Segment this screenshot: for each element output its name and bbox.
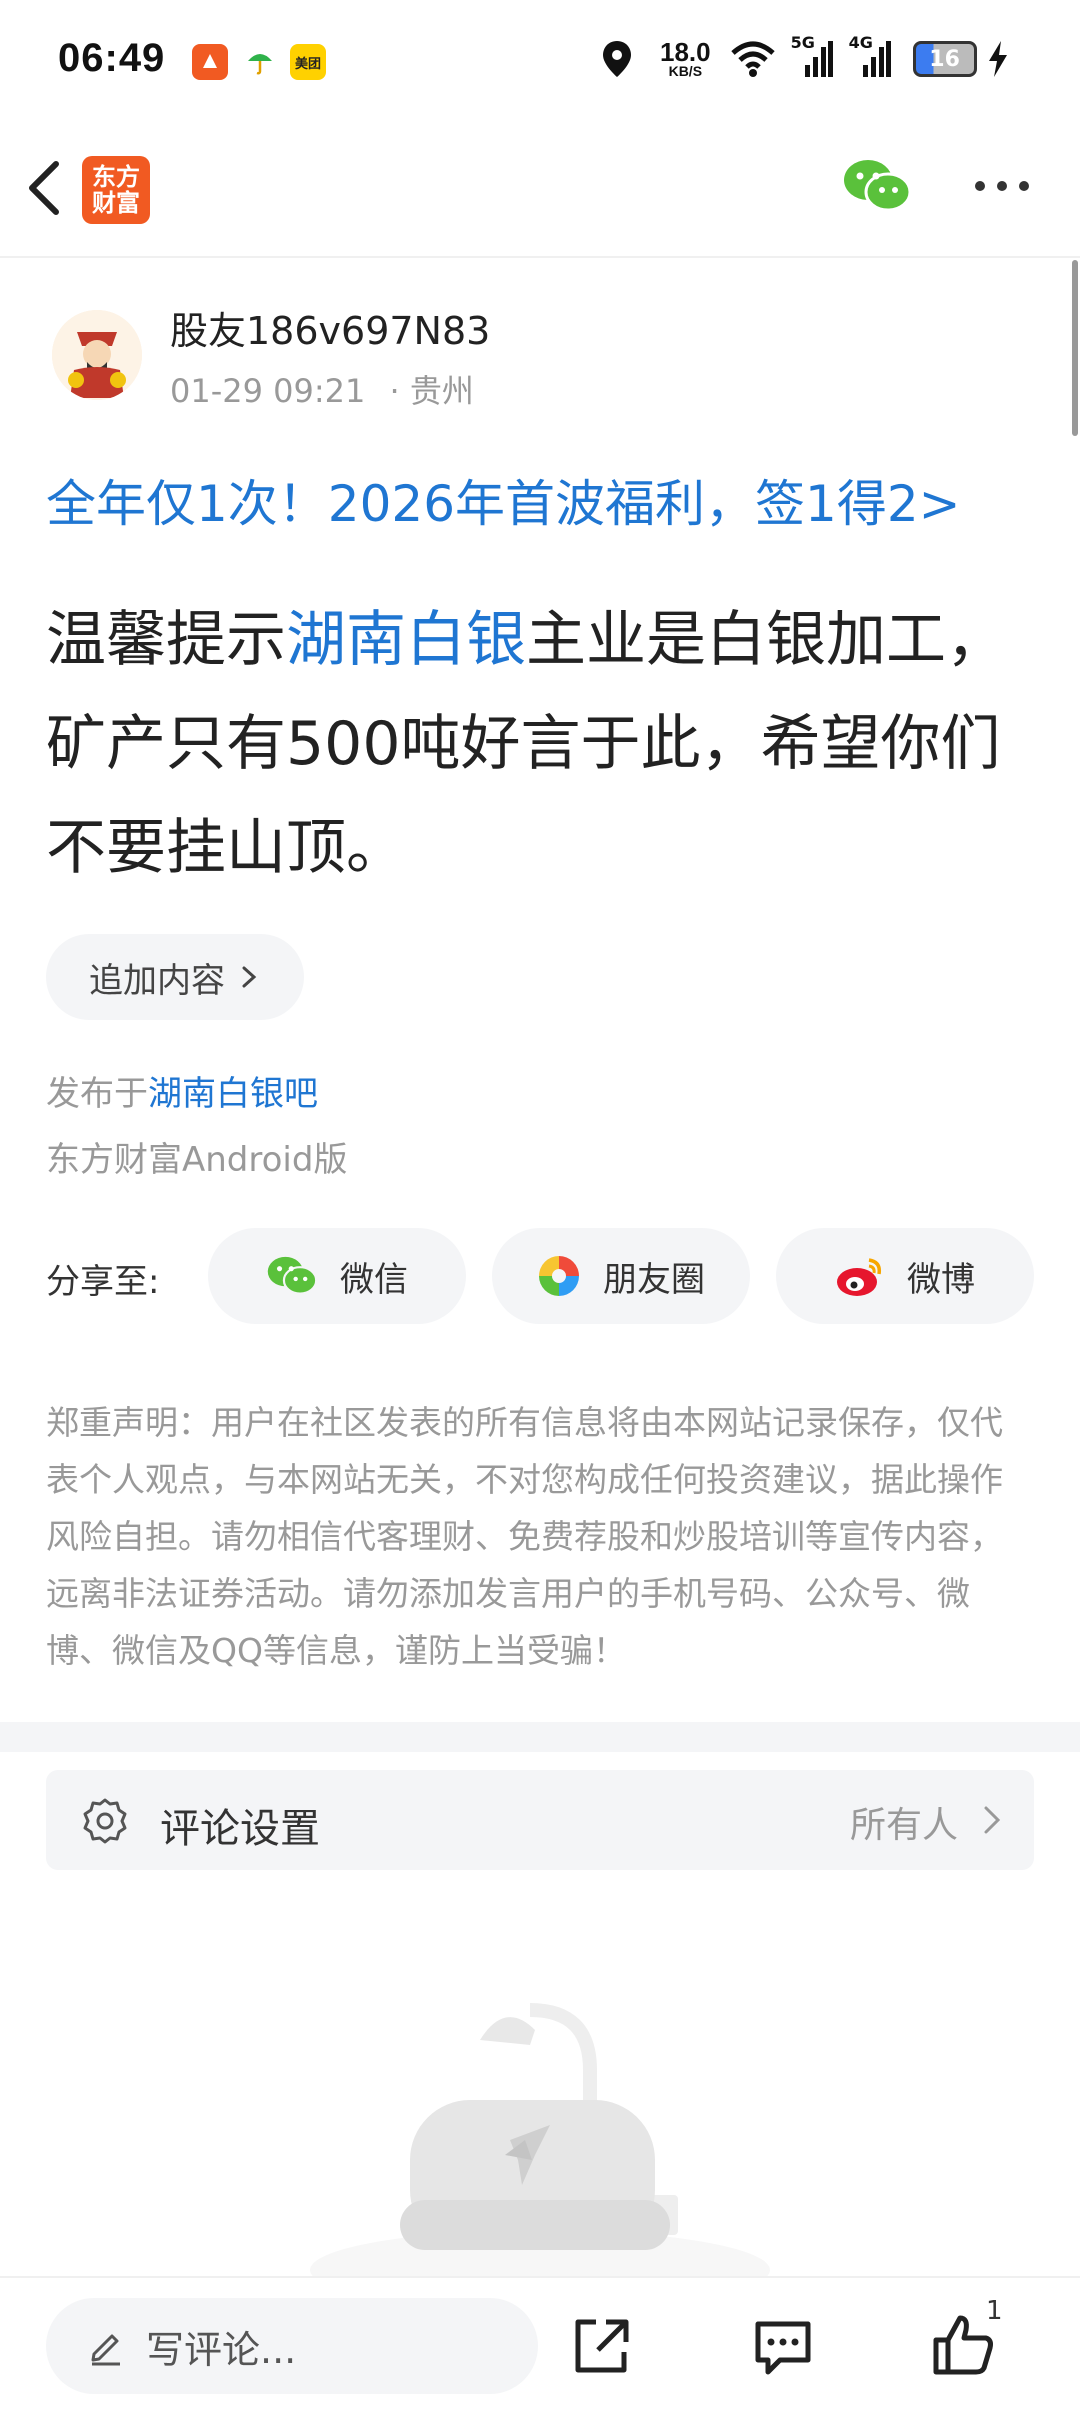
more-options-icon[interactable] — [970, 174, 1034, 198]
post-location: · 贵州 — [389, 372, 474, 410]
chevron-right-icon — [242, 966, 257, 988]
published-line: 发布于湖南白银吧 — [46, 1066, 318, 1115]
post-date: 01-29 09:21 — [170, 372, 366, 410]
comment-placeholder: 写评论... — [146, 2327, 297, 2372]
disclaimer-text: 郑重声明：用户在社区发表的所有信息将由本网站记录保存，仅代表个人观点，与本网站无… — [46, 1403, 1003, 1670]
share-out-icon[interactable] — [570, 2316, 632, 2378]
share-label: 分享至: — [46, 1262, 160, 1302]
add-content-label: 追加内容 — [89, 960, 225, 1001]
app-badge-orange — [192, 44, 228, 80]
back-arrow-icon[interactable] — [20, 156, 68, 220]
section-divider — [0, 1722, 1080, 1752]
signal-5g-icon: 5G — [791, 33, 833, 79]
share-moments-button[interactable]: 朋友圈 — [492, 1228, 750, 1324]
post-meta: 01-29 09:21 · 贵州 — [170, 366, 474, 412]
pencil-icon — [91, 2334, 120, 2366]
wechat-share-icon[interactable] — [842, 156, 912, 216]
charging-icon — [988, 41, 1007, 77]
promo-banner-link[interactable]: 全年仅1次！2026年首波福利，签1得2> — [46, 464, 961, 536]
app-badge-umbrella — [242, 44, 278, 80]
avatar[interactable] — [52, 310, 142, 400]
weibo-icon — [837, 1258, 882, 1296]
top-nav-bar: 东方 财富 — [0, 120, 1080, 258]
status-right-group: 18.0 KB/S 5G 4G 16 — [600, 33, 1009, 84]
share-wechat-button[interactable]: 微信 — [208, 1228, 466, 1324]
published-prefix: 发布于 — [46, 1074, 148, 1114]
app-badge-meituan: 美团 — [290, 44, 326, 80]
author-name[interactable]: 股友186v697N83 — [170, 300, 490, 355]
comment-bubble-icon[interactable] — [752, 2316, 814, 2378]
post-body: 温馨提示湖南白银主业是白银加工，矿产只有500吨好言于此，希望你们不要挂山顶。 — [46, 588, 1046, 900]
add-content-button[interactable]: 追加内容 — [46, 934, 304, 1020]
comment-settings-row[interactable]: 评论设置 所有人 — [46, 1770, 1034, 1870]
battery-indicator: 16 — [912, 41, 977, 77]
chevron-right-icon — [984, 1806, 1001, 1834]
share-moments-label: 朋友圈 — [603, 1259, 705, 1300]
bottom-action-bar: 写评论... 1 — [0, 2276, 1080, 2414]
share-wechat-label: 微信 — [340, 1259, 408, 1300]
wechat-icon — [267, 1256, 318, 1295]
signal-4g-icon: 4G — [849, 33, 891, 79]
share-weibo-button[interactable]: 微博 — [776, 1228, 1034, 1324]
comment-settings-value: 所有人 — [849, 1805, 958, 1846]
wifi-icon — [730, 41, 775, 77]
forum-link[interactable]: 湖南白银吧 — [148, 1074, 318, 1114]
status-time: 06:49 — [58, 36, 166, 80]
status-bar: 06:49 美团 18.0 KB/S 5G 4G 16 — [0, 0, 1080, 120]
moments-icon — [539, 1256, 579, 1296]
net-speed: 18.0 KB/S — [660, 37, 711, 79]
empty-comments-illustration — [310, 2003, 770, 2280]
comment-input[interactable]: 写评论... — [46, 2298, 538, 2394]
gear-icon — [83, 1798, 127, 1844]
like-count: 1 — [986, 2296, 1003, 2326]
location-icon — [603, 41, 631, 77]
comment-settings-label: 评论设置 — [160, 1806, 320, 1852]
stock-link[interactable]: 湖南白银 — [286, 605, 526, 675]
app-logo[interactable]: 东方 财富 — [82, 156, 150, 224]
post-source: 东方财富Android版 — [46, 1140, 348, 1180]
body-prefix: 温馨提示 — [46, 605, 286, 675]
scrollbar-thumb[interactable] — [1072, 260, 1078, 436]
share-weibo-label: 微博 — [907, 1259, 975, 1300]
